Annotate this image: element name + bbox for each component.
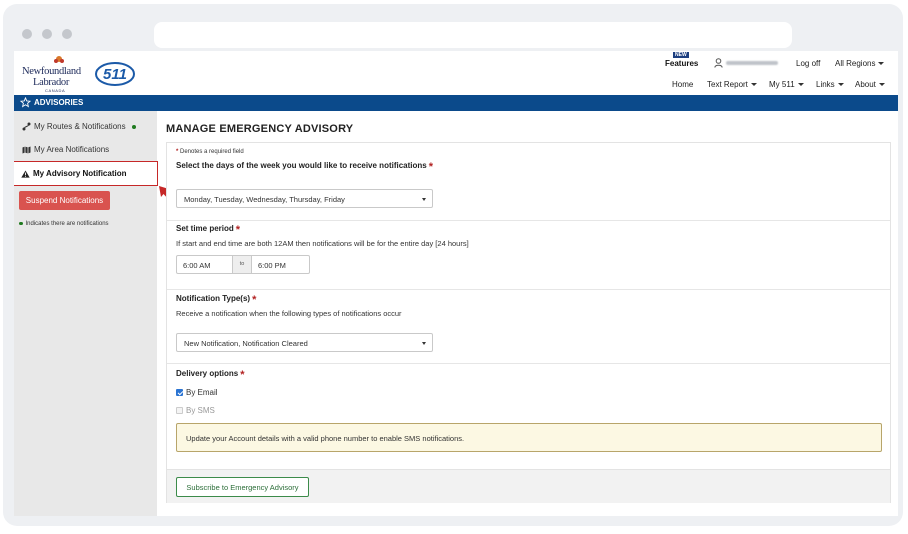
sms-checkbox-label: By SMS	[186, 406, 215, 415]
time-description: If start and end time are both 12AM then…	[176, 239, 469, 248]
notification-dot	[19, 221, 23, 226]
sidebar: My Routes & Notifications My Area Notifi…	[14, 111, 158, 516]
sidebar-item-advisory[interactable]: My Advisory Notification	[14, 161, 158, 186]
notification-dot	[131, 124, 136, 129]
site-header: Newfoundland Labrador CANADA 511 NEW Fea…	[14, 51, 898, 95]
sidebar-item-area-label: My Area Notifications	[34, 145, 110, 154]
warning-icon	[21, 170, 30, 178]
nav-about[interactable]: About	[855, 80, 885, 89]
log-off-link[interactable]: Log off	[796, 59, 820, 68]
pitcher-plant-icon	[54, 56, 64, 63]
notification-legend-text: Indicates there are notifications	[25, 221, 109, 227]
window-control-maximize[interactable]	[62, 29, 72, 39]
nav-text-report[interactable]: Text Report	[707, 80, 757, 89]
delivery-label-text: Delivery options	[176, 369, 239, 378]
logo-line1: Newfoundland	[22, 66, 81, 77]
nav-my511-label: My 511	[769, 80, 795, 89]
window-control-close[interactable]	[22, 29, 32, 39]
features-link[interactable]: Features	[665, 59, 698, 68]
required-asterisk: *	[252, 294, 257, 306]
end-time-input[interactable]: 6:00 PM	[258, 261, 286, 270]
email-checkbox[interactable]: By Email	[176, 388, 218, 397]
type-select[interactable]: New Notification, Notification Cleared	[176, 333, 433, 352]
chevron-down-icon	[422, 342, 426, 345]
type-select-value: New Notification, Notification Cleared	[184, 339, 308, 348]
logo-511[interactable]: 511	[94, 60, 136, 88]
map-icon	[22, 146, 31, 154]
sidebar-item-advisory-label: My Advisory Notification	[33, 169, 127, 178]
user-icon	[714, 58, 723, 68]
regions-dropdown[interactable]: All Regions	[835, 59, 885, 68]
subscribe-button[interactable]: Subscribe to Emergency Advisory	[176, 477, 309, 497]
nav-text-report-label: Text Report	[707, 80, 748, 89]
required-asterisk: *	[176, 149, 179, 155]
email-checkbox-label: By Email	[186, 388, 218, 397]
required-note: * Denotes a required field	[176, 149, 244, 155]
checkbox-checked[interactable]	[176, 389, 183, 397]
divider	[167, 363, 890, 364]
days-select-value: Monday, Tuesday, Wednesday, Thursday, Fr…	[184, 195, 345, 204]
page: Newfoundland Labrador CANADA 511 NEW Fea…	[14, 51, 898, 516]
required-note-text: Denotes a required field	[180, 149, 244, 155]
newfoundland-labrador-logo[interactable]: Newfoundland Labrador CANADA	[21, 55, 89, 93]
logo-line3: CANADA	[45, 88, 66, 93]
chevron-down-icon	[422, 198, 426, 201]
logo-line2: Labrador	[33, 77, 70, 88]
notification-legend: Indicates there are notifications	[19, 221, 109, 227]
days-label: Select the days of the week you would li…	[176, 161, 433, 173]
divider	[167, 289, 890, 290]
logo-511-text: 511	[103, 66, 127, 83]
sidebar-item-routes[interactable]: My Routes & Notifications	[22, 122, 136, 131]
type-label-text: Notification Type(s)	[176, 294, 251, 303]
required-asterisk: *	[240, 369, 245, 381]
page-title: MANAGE EMERGENCY ADVISORY	[166, 123, 354, 135]
star-icon	[20, 97, 31, 108]
checkbox-unchecked[interactable]	[176, 407, 183, 415]
sidebar-item-area[interactable]: My Area Notifications	[22, 145, 109, 154]
time-to-label: to	[232, 256, 252, 273]
regions-label: All Regions	[835, 59, 876, 68]
chevron-down-icon	[797, 83, 804, 87]
required-asterisk: *	[235, 224, 241, 236]
type-description: Receive a notification when the followin…	[176, 309, 402, 318]
chevron-down-icon	[837, 83, 844, 87]
new-badge: NEW	[673, 52, 689, 58]
address-bar[interactable]	[154, 22, 792, 48]
suspend-notifications-button[interactable]: Suspend Notifications	[19, 191, 110, 210]
advisory-form: * Denotes a required field Select the da…	[166, 142, 891, 503]
route-icon	[22, 122, 31, 131]
form-footer: Subscribe to Emergency Advisory	[167, 469, 890, 503]
window-control-minimize[interactable]	[42, 29, 52, 39]
sidebar-item-routes-label: My Routes & Notifications	[34, 122, 126, 131]
chevron-down-icon	[750, 83, 757, 87]
time-label: Set time period *	[176, 224, 240, 236]
nav-links[interactable]: Links	[816, 80, 844, 89]
chevron-down-icon	[878, 83, 885, 87]
nav-my511[interactable]: My 511	[769, 80, 804, 89]
days-label-text: Select the days of the week you would li…	[176, 161, 427, 170]
time-label-text: Set time period	[176, 224, 234, 233]
required-asterisk: *	[428, 161, 434, 173]
type-label: Notification Type(s) *	[176, 294, 256, 306]
advisories-title: ADVISORIES	[34, 98, 84, 107]
divider	[167, 220, 890, 221]
advisories-bar: ADVISORIES	[14, 95, 898, 111]
sms-warning-alert: Update your Account details with a valid…	[176, 423, 882, 452]
account-name-redacted[interactable]	[726, 61, 778, 65]
chevron-down-icon	[878, 62, 885, 66]
nav-links-label: Links	[816, 80, 835, 89]
time-range: 6:00 AM to 6:00 PM	[176, 255, 310, 274]
sms-checkbox[interactable]: By SMS	[176, 406, 215, 415]
start-time-input[interactable]: 6:00 AM	[183, 261, 211, 270]
nav-home[interactable]: Home	[672, 80, 693, 89]
days-select[interactable]: Monday, Tuesday, Wednesday, Thursday, Fr…	[176, 189, 433, 208]
nav-about-label: About	[855, 80, 876, 89]
delivery-label: Delivery options *	[176, 369, 245, 381]
